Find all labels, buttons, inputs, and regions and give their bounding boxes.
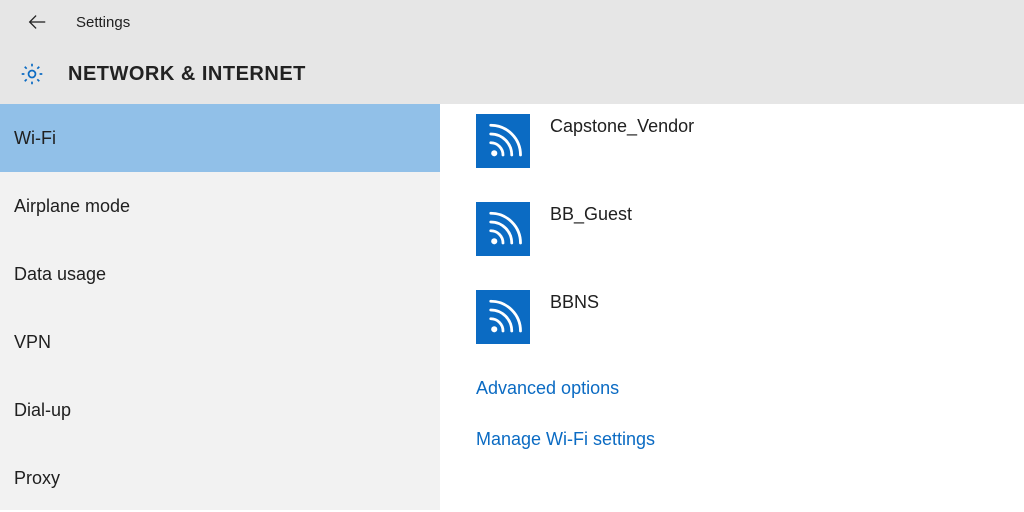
gear-icon <box>18 60 46 88</box>
sidebar-item-label: Dial-up <box>14 400 71 421</box>
advanced-options-link[interactable]: Advanced options <box>476 378 1024 399</box>
wifi-icon <box>476 114 530 168</box>
sidebar: Wi-Fi Airplane mode Data usage VPN Dial-… <box>0 104 440 510</box>
sidebar-item-data-usage[interactable]: Data usage <box>0 240 440 308</box>
sidebar-item-vpn[interactable]: VPN <box>0 308 440 376</box>
wifi-icon <box>476 202 530 256</box>
sidebar-item-label: Airplane mode <box>14 196 130 217</box>
sidebar-item-label: VPN <box>14 332 51 353</box>
sidebar-item-label: Data usage <box>14 264 106 285</box>
back-button[interactable] <box>22 7 52 37</box>
wifi-network-name: BBNS <box>550 290 599 313</box>
wifi-network-name: Capstone_Vendor <box>550 114 694 137</box>
sidebar-item-label: Proxy <box>14 468 60 489</box>
arrow-left-icon <box>26 11 48 33</box>
wifi-links: Advanced options Manage Wi-Fi settings <box>476 378 1024 450</box>
wifi-network-item[interactable]: Capstone_Vendor <box>476 114 1024 168</box>
title-bar: Settings <box>0 0 1024 44</box>
page-title: Settings <box>76 14 130 31</box>
wifi-network-item[interactable]: BB_Guest <box>476 202 1024 256</box>
sidebar-item-proxy[interactable]: Proxy <box>0 444 440 512</box>
sidebar-item-label: Wi-Fi <box>14 128 56 149</box>
sidebar-item-airplane[interactable]: Airplane mode <box>0 172 440 240</box>
sidebar-item-wifi[interactable]: Wi-Fi <box>0 104 440 172</box>
wifi-network-name: BB_Guest <box>550 202 632 225</box>
sidebar-item-dialup[interactable]: Dial-up <box>0 376 440 444</box>
wifi-icon <box>476 290 530 344</box>
main-area: Wi-Fi Airplane mode Data usage VPN Dial-… <box>0 104 1024 510</box>
wifi-network-list: Capstone_Vendor BB_Guest <box>476 114 1024 344</box>
content-pane: Capstone_Vendor BB_Guest <box>440 104 1024 510</box>
wifi-network-item[interactable]: BBNS <box>476 290 1024 344</box>
section-header: NETWORK & INTERNET <box>0 44 1024 104</box>
manage-wifi-settings-link[interactable]: Manage Wi-Fi settings <box>476 429 1024 450</box>
section-title: NETWORK & INTERNET <box>68 63 306 86</box>
